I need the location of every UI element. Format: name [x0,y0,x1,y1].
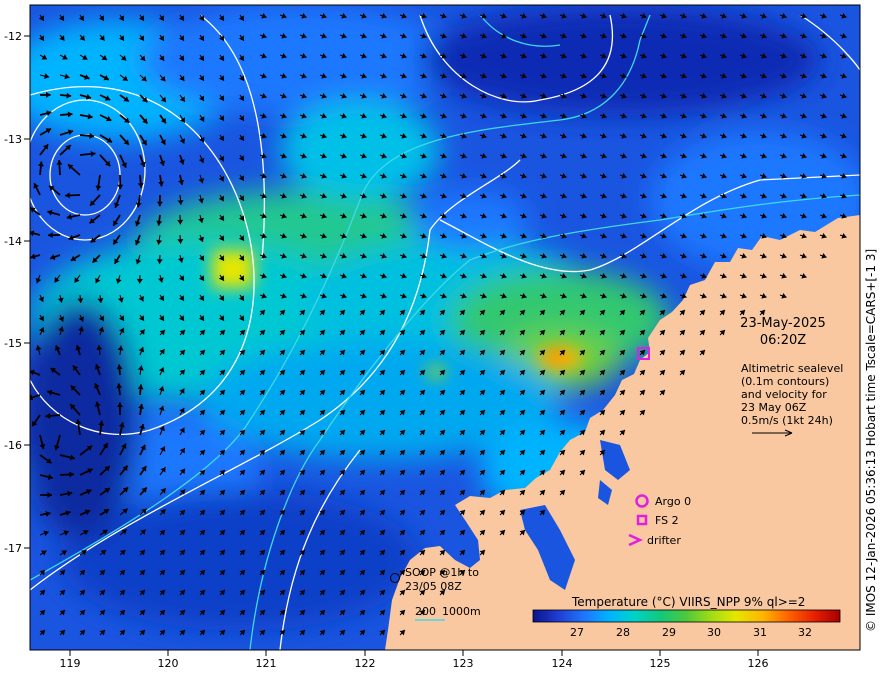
y-tick-label: -16 [4,439,22,452]
legend-line: (0.1m contours) [741,375,829,388]
legend-line: 23 May 06Z [741,401,807,414]
y-tick-label: -14 [4,235,22,248]
date-label: 23-May-2025 [740,316,826,331]
drifter-label: drifter [647,534,681,547]
ocean-map: 119 120 121 122 123 124 125 126 -12 -13 … [4,4,878,670]
isobath-1000: 1000m [442,605,481,618]
y-tick-label: -12 [4,30,22,43]
x-tick-label: 120 [158,657,179,670]
credit-text: © IMOS 12-Jan-2026 05:36:13 Hobart time … [864,249,878,632]
colorbar-tick: 27 [570,626,584,639]
x-tick-label: 122 [355,657,376,670]
x-tick-label: 124 [552,657,573,670]
colorbar-tick: 31 [753,626,767,639]
soop-line-2: 23/05 08Z [405,580,462,593]
colorbar-title: Temperature (°C) VIIRS_NPP 9% ql>=2 [571,595,805,609]
x-tick-label: 119 [60,657,81,670]
y-tick-label: -15 [4,337,22,350]
x-tick-label: 126 [748,657,769,670]
x-axis: 119 120 121 122 123 124 125 126 [60,657,769,670]
x-tick-label: 121 [256,657,277,670]
x-tick-label: 125 [650,657,671,670]
y-tick-label: -17 [4,542,22,555]
colorbar-tick: 32 [798,626,812,639]
fs-label: FS 2 [655,514,679,527]
colorbar-tick: 29 [662,626,676,639]
y-tick-label: -13 [4,133,22,146]
y-axis: -12 -13 -14 -15 -16 -17 [4,30,22,555]
argo-label: Argo 0 [655,495,691,508]
colorbar-tick: 30 [707,626,721,639]
legend-line: Altimetric sealevel [741,362,843,375]
legend-line: and velocity for [741,388,827,401]
isobath-200: 200 [415,605,436,618]
colorbar-tick: 28 [616,626,630,639]
time-label: 06:20Z [760,333,806,348]
soop-line-1: SOOP @1h to [405,566,479,579]
x-tick-label: 123 [453,657,474,670]
colorbar [532,609,841,623]
legend-line: 0.5m/s (1kt 24h) [741,414,833,427]
